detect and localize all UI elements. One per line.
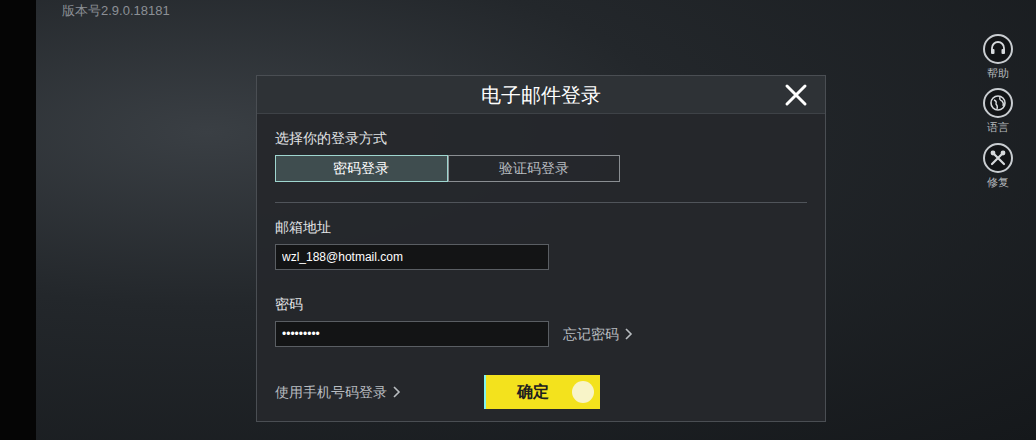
login-dialog: 电子邮件登录 选择你的登录方式 密码登录验证码登录 邮箱地址 密码 忘记密码 (256, 75, 826, 422)
version-text: 版本号2.9.0.18181 (62, 1, 170, 21)
side-buttons: 帮助语言修复 (976, 34, 1020, 197)
confirm-button[interactable]: 确定 (484, 375, 600, 409)
email-label: 邮箱地址 (275, 217, 807, 238)
password-label: 密码 (275, 294, 807, 315)
chevron-icon (393, 386, 401, 398)
side-button[interactable]: 语言 (976, 88, 1020, 134)
side-button[interactable]: 帮助 (976, 34, 1020, 80)
dialog-header: 电子邮件登录 (257, 76, 825, 114)
login-method-tab[interactable]: 密码登录 (275, 155, 448, 182)
forgot-password-link[interactable]: 忘记密码 (563, 324, 633, 345)
button-dot-icon (572, 381, 594, 403)
divider (275, 202, 807, 203)
login-method-tabs: 密码登录验证码登录 (275, 155, 620, 182)
forgot-password-text[interactable]: 忘记密码 (563, 324, 619, 345)
help-icon[interactable] (983, 34, 1013, 64)
login-method-tab[interactable]: 验证码登录 (448, 155, 621, 182)
confirm-text[interactable]: 确定 (517, 383, 549, 400)
close-icon[interactable] (783, 82, 809, 108)
side-button[interactable]: 修复 (976, 143, 1020, 189)
side-button-label[interactable]: 修复 (987, 175, 1009, 189)
screen-edge (0, 0, 36, 440)
game-background: 版本号2.9.0.18181 帮助语言修复 电子邮件登录 选择你的登录方式 密码… (0, 0, 1036, 440)
chevron-icon (625, 328, 633, 340)
globe-icon[interactable] (983, 88, 1013, 118)
side-button-label[interactable]: 语言 (987, 120, 1009, 134)
repair-icon[interactable] (983, 143, 1013, 173)
email-input[interactable] (275, 244, 549, 270)
dialog-title: 电子邮件登录 (481, 80, 601, 110)
password-input[interactable] (275, 321, 549, 347)
method-label: 选择你的登录方式 (275, 128, 807, 149)
phone-login-text[interactable]: 使用手机号码登录 (275, 382, 387, 403)
side-button-label[interactable]: 帮助 (987, 66, 1009, 80)
phone-login-link[interactable]: 使用手机号码登录 (275, 382, 484, 403)
